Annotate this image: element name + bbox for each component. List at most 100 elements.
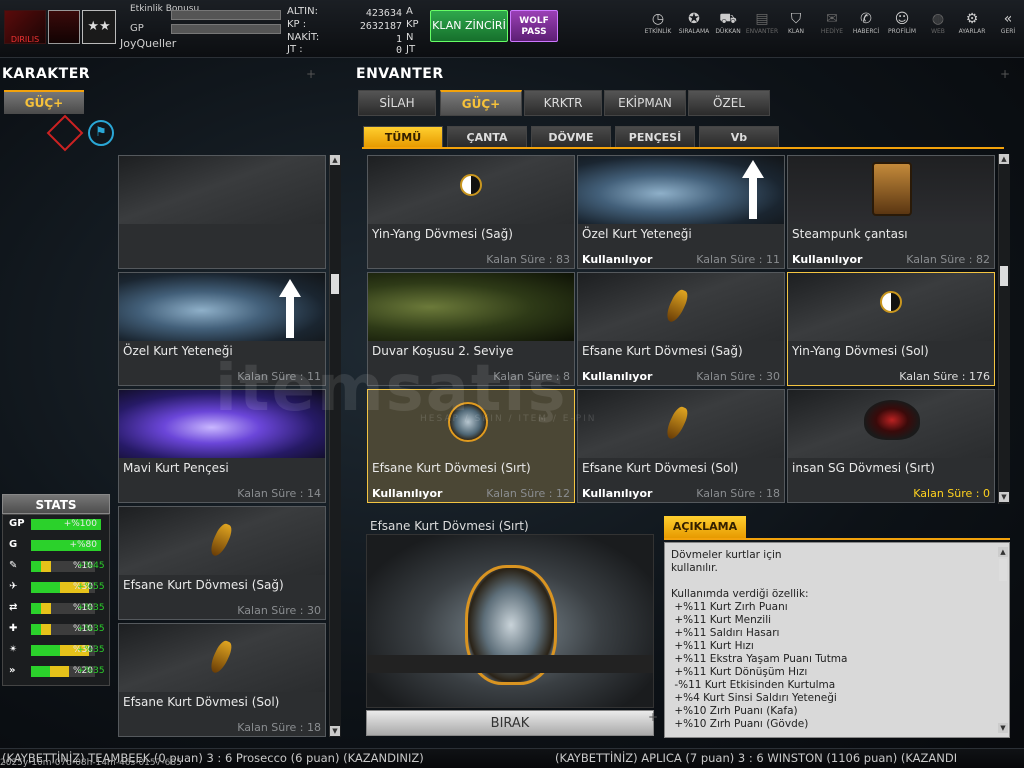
item-name: Özel Kurt Yeteneği [123, 344, 233, 358]
description-scroll-up[interactable]: ▲ [998, 547, 1008, 557]
karakter-slot[interactable]: Efsane Kurt Dövmesi (Sol) Kalan Süre : 18 [118, 623, 326, 737]
stats-title: STATS [2, 494, 110, 514]
item-art [578, 156, 784, 224]
gear-icon: ⚙ [965, 11, 979, 27]
item-time: Kalan Süre : 11 [696, 253, 780, 266]
karakter-scrollbar[interactable] [329, 155, 341, 737]
inventory-scrollbar[interactable] [998, 154, 1010, 504]
drop-button[interactable]: BIRAK [366, 710, 654, 736]
stat-row: ⇄ %10 +%35 [7, 602, 111, 615]
tab-ekipman[interactable]: EKİPMAN [604, 90, 686, 116]
description-tab[interactable]: AÇIKLAMA [664, 516, 746, 538]
stat-bonus: +%55 [77, 582, 105, 592]
inventory-item[interactable]: Özel Kurt Yeteneği Kullanılıyor Kalan Süre… [577, 155, 785, 269]
plus-mark-icon: + [1000, 67, 1011, 81]
item-time: Kalan Süre : 12 [486, 487, 570, 500]
item-art [119, 507, 325, 575]
inventory-item[interactable]: Yin-Yang Dövmesi (Sağ) Kalan Süre : 83 [367, 155, 575, 269]
stat-icon: G [9, 539, 18, 550]
nav-gear[interactable]: ⚙ AYARLAR [954, 10, 990, 35]
inventory-item[interactable]: Efsane Kurt Dövmesi (Sağ) Kullanılıyor Kal… [577, 272, 785, 386]
bonus-bar [171, 10, 281, 20]
karakter-scroll-thumb[interactable] [331, 274, 339, 294]
nav-megaphone[interactable]: ✆ HABERCİ [848, 10, 884, 35]
karakter-slot[interactable]: Özel Kurt Yeteneği Kalan Süre : 11 [118, 272, 326, 386]
tab-silah[interactable]: SİLAH [358, 90, 436, 116]
item-time: Kalan Süre : 82 [906, 253, 990, 266]
nav-medal[interactable]: ✪ SIRALAMA [676, 10, 712, 35]
subtab-dovme[interactable]: DÖVME [531, 126, 611, 148]
megaphone-icon: ✆ [860, 11, 872, 27]
karakter-slot[interactable] [118, 155, 326, 269]
subtab-underline [362, 147, 1004, 149]
inventory-scroll-thumb[interactable] [1000, 266, 1008, 286]
back-icon: « [1003, 11, 1013, 27]
stat-icon: ✎ [9, 560, 18, 571]
karakter-tab-guc[interactable]: GÜÇ+ [4, 90, 84, 114]
tab-ozel[interactable]: ÖZEL [688, 90, 770, 116]
nav-gift[interactable]: ✉ HEDİYE [814, 10, 850, 35]
inventory-item[interactable]: insan SG Dövmesi (Sırt) Kalan Süre : 0 [787, 389, 995, 503]
kp-unit: KP [406, 19, 419, 30]
subtab-vb[interactable]: Vb [699, 126, 779, 148]
subtab-pencesi[interactable]: PENÇESİ [615, 126, 695, 148]
inventory-item[interactable]: Efsane Kurt Dövmesi (Sol) Kullanılıyor Kal… [577, 389, 785, 503]
wolf-pass-button[interactable]: WOLF PASS [510, 10, 558, 42]
tab-guc[interactable]: GÜÇ+ [440, 90, 522, 116]
item-time: Kalan Süre : 11 [237, 370, 321, 383]
item-time: Kalan Süre : 14 [237, 487, 321, 500]
subtab-tumu[interactable]: TÜMÜ [363, 126, 443, 148]
gift-icon: ✉ [826, 11, 838, 27]
inventory-item[interactable]: Duvar Koşusu 2. Seviye Kalan Süre : 8 [367, 272, 575, 386]
karakter-slot[interactable]: Mavi Kurt Pençesi Kalan Süre : 14 [118, 389, 326, 503]
stat-row: » %20 +%35 [7, 665, 111, 678]
tab-krktr[interactable]: KRKTR [524, 90, 602, 116]
stat-icon: » [9, 665, 16, 676]
stat-row: ✈ %30 +%55 [7, 581, 111, 594]
nav-globe[interactable]: ◍ WEB [920, 10, 956, 35]
nav-inventory[interactable]: ▤ ENVANTER [744, 10, 780, 35]
top-bar: DIRILIS ★★ Etkinlik Bonusu GP JoyQueller… [0, 0, 1024, 58]
wolf-claw-icon[interactable] [46, 114, 84, 152]
stat-row: GP +%100 [7, 518, 111, 531]
nav-back[interactable]: «GERİ [990, 10, 1024, 35]
item-time: Kalan Süre : 18 [696, 487, 780, 500]
item-name: Efsane Kurt Dövmesi (Sol) [582, 461, 739, 475]
description-text: Dövmeler kurtlar için kullanılır. Kullan… [671, 549, 848, 730]
human-runner-icon[interactable]: ⚑ [88, 120, 114, 146]
item-art [368, 390, 574, 458]
tattoo-icon [207, 521, 235, 559]
inventory-item[interactable]: Yin-Yang Dövmesi (Sol) Kalan Süre : 176 [787, 272, 995, 386]
nav-shield[interactable]: ⛉ KLAN [778, 10, 814, 35]
clan-emblem[interactable] [48, 10, 80, 44]
inventory-scroll-down[interactable]: ▼ [999, 492, 1009, 502]
stat-bonus: +%35 [77, 624, 105, 634]
nav-label: GERİ [1000, 28, 1016, 35]
description-scroll-thumb[interactable] [999, 559, 1007, 581]
upgrade-arrow-icon [279, 279, 301, 339]
inventory-item[interactable]: Steampunk çantası Kullanılıyor Kalan Süre … [787, 155, 995, 269]
karakter-slot[interactable]: Efsane Kurt Dövmesi (Sağ) Kalan Süre : 30 [118, 506, 326, 620]
subtab-canta[interactable]: ÇANTA [447, 126, 527, 148]
item-name: Efsane Kurt Dövmesi (Sağ) [123, 578, 284, 592]
upgrade-arrow-icon [742, 160, 764, 220]
item-art [788, 156, 994, 224]
gold-value: 423634 [365, 8, 402, 19]
clock-icon: ◷ [651, 11, 665, 27]
item-name: Duvar Koşusu 2. Seviye [372, 344, 514, 358]
karakter-scroll-down[interactable]: ▼ [330, 726, 340, 736]
karakter-scroll-up[interactable]: ▲ [330, 155, 340, 165]
stat-row: ✚ %10 +%35 [7, 623, 111, 636]
stat-bonus: +%45 [77, 561, 105, 571]
gold-unit: A [406, 6, 413, 17]
item-art [368, 273, 574, 341]
description-scroll-down[interactable]: ▼ [998, 723, 1008, 733]
nav-cart[interactable]: ⛟ DÜKKAN [710, 10, 746, 35]
nav-clock[interactable]: ◷ ETKİNLİK [640, 10, 676, 35]
item-art [788, 273, 994, 341]
inventory-item[interactable]: Efsane Kurt Dövmesi (Sırt) Kullanılıyor Ka… [367, 389, 575, 503]
inventory-scroll-up[interactable]: ▲ [999, 154, 1009, 164]
nav-label: KLAN [787, 28, 804, 35]
nav-profile[interactable]: ☺ PROFİLİM [884, 10, 920, 35]
klan-zinciri-button[interactable]: KLAN ZİNCİRİ [430, 10, 508, 42]
